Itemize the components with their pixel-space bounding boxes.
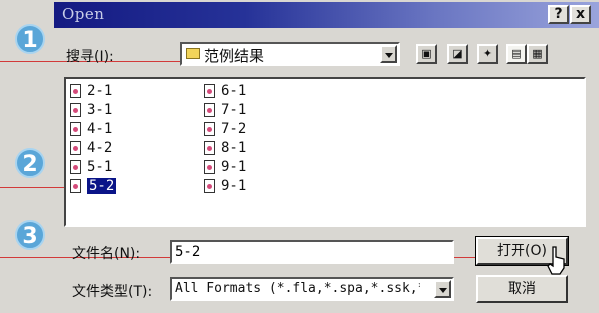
- window-title: Open: [62, 5, 105, 23]
- file-item[interactable]: 7-1: [204, 102, 246, 119]
- filetype-value: All Formats (*.fla,*.spa,*.ssk,*.s: [175, 281, 420, 296]
- document-icon: [204, 160, 215, 174]
- lookin-dropdown[interactable]: 范例结果: [180, 42, 400, 66]
- document-icon: [204, 84, 215, 98]
- document-icon: [70, 103, 81, 117]
- up-folder-icon: ▣: [421, 47, 432, 60]
- list-view-button[interactable]: ▤: [506, 44, 527, 64]
- up-folder-button[interactable]: ▣: [416, 44, 437, 64]
- filetype-label: 文件类型(T):: [72, 284, 153, 300]
- file-item[interactable]: 6-1: [204, 83, 246, 100]
- file-item-selected[interactable]: 5-2: [70, 178, 117, 195]
- help-button[interactable]: ?: [548, 5, 569, 24]
- document-icon: [70, 122, 81, 136]
- list-view-icon: ▤: [511, 47, 522, 60]
- step-marker-1: 1: [15, 24, 45, 54]
- new-folder-icon: ✦: [482, 47, 493, 60]
- desktop-icon: ◪: [452, 47, 463, 60]
- filename-input[interactable]: [170, 240, 454, 264]
- details-view-button[interactable]: ▦: [527, 44, 548, 64]
- document-icon: [70, 141, 81, 155]
- filename-label: 文件名(N):: [72, 246, 141, 262]
- file-item[interactable]: 2-1: [70, 83, 112, 100]
- document-icon: [204, 122, 215, 136]
- filetype-dropdown[interactable]: All Formats (*.fla,*.spa,*.ssk,*.s: [170, 277, 454, 301]
- lookin-folder-name: 范例结果: [204, 47, 265, 65]
- step-marker-3: 3: [15, 220, 45, 250]
- title-bar: Open ? x: [54, 2, 599, 28]
- details-view-icon: ▦: [532, 47, 543, 60]
- document-icon: [204, 141, 215, 155]
- close-button[interactable]: x: [570, 5, 591, 24]
- file-item[interactable]: 4-2: [70, 140, 112, 157]
- file-item[interactable]: 7-2: [204, 121, 246, 138]
- document-icon: [204, 103, 215, 117]
- cancel-button[interactable]: 取消: [476, 275, 568, 303]
- file-item[interactable]: 4-1: [70, 121, 112, 138]
- lookin-label: 搜寻(I):: [66, 49, 114, 65]
- document-icon: [70, 160, 81, 174]
- new-folder-button[interactable]: ✦: [477, 44, 498, 64]
- document-icon: [204, 179, 215, 193]
- file-list[interactable]: 2-1 3-1 4-1 4-2 5-1 5-2 6-1 7-1 7-2 8-1 …: [64, 77, 586, 227]
- file-item[interactable]: 5-1: [70, 159, 112, 176]
- mouse-cursor-icon: [547, 246, 565, 275]
- chevron-down-icon[interactable]: [434, 280, 451, 298]
- document-icon: [70, 179, 81, 193]
- desktop-button[interactable]: ◪: [447, 44, 468, 64]
- file-item[interactable]: 9-1: [204, 159, 246, 176]
- file-item[interactable]: 3-1: [70, 102, 112, 119]
- chevron-down-icon[interactable]: [380, 45, 397, 63]
- document-icon: [70, 84, 81, 98]
- folder-icon: [186, 48, 200, 59]
- file-item[interactable]: 8-1: [204, 140, 246, 157]
- file-item[interactable]: 9-1: [204, 178, 246, 195]
- step-marker-2: 2: [15, 148, 45, 178]
